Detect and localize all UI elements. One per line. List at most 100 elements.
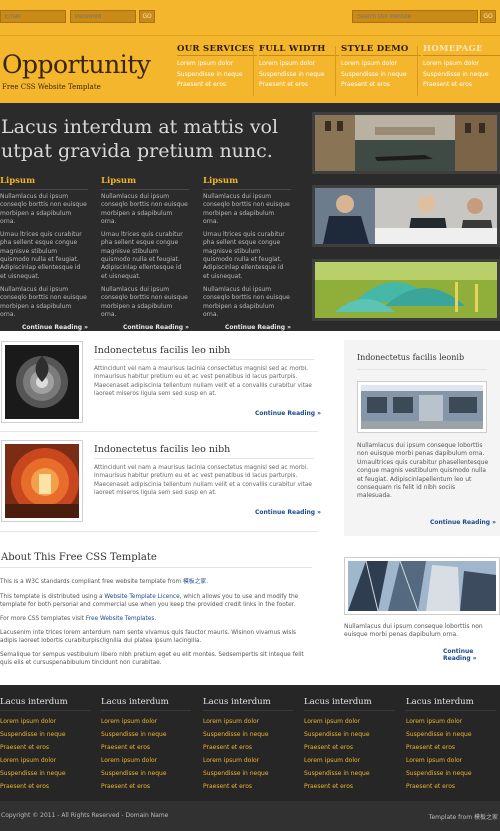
footer-link[interactable]: Praesent et eros [304,741,394,754]
feature-column-title: Lipsum [101,176,189,190]
site-logo[interactable]: Opportunity [2,50,151,79]
footer-link[interactable]: Suspendisse in neque [203,728,293,741]
continue-reading-link[interactable]: Continue Reading » [255,509,321,516]
feature-paragraph: Urnau ltrices quis curabitur pha sellent… [203,231,285,280]
footer-link[interactable]: Praesent et eros [203,780,293,793]
footer-column-title: Lacus interdum [101,697,191,711]
footer-link[interactable]: Lorem ipsum dolor [406,754,496,767]
nav-link[interactable]: Lorem ipsum dolor [177,59,257,70]
footer-link[interactable]: Suspendisse in neque [406,767,496,780]
footer-link[interactable]: Lorem ipsum dolor [406,715,496,728]
nav-link[interactable]: Suspendisse in neque [177,70,257,81]
nav-link[interactable]: Suspendisse in neque [423,70,500,81]
footer-column: Lacus interdum Lorem ipsum dolor Suspend… [0,697,90,793]
continue-reading-link[interactable]: Continue Reading » [101,324,189,331]
footer-link[interactable]: Praesent et eros [101,741,191,754]
footer-link[interactable]: Suspendisse in neque [304,767,394,780]
site-tagline: Free CSS Website Template [2,83,101,91]
nav-link[interactable]: Suspendisse in neque [341,70,421,81]
top-bar: GO GO [0,0,500,35]
footer-link[interactable]: Suspendisse in neque [203,767,293,780]
footer-link[interactable]: Suspendisse in neque [101,728,191,741]
subway-thumbnail[interactable] [1,440,83,522]
about-text: . [154,616,157,622]
email-field[interactable] [0,10,66,23]
post-divider [94,458,314,459]
feature-column: Lipsum Nullamlacus dui ipsum conseqlo bo… [101,176,189,331]
rose-thumbnail[interactable] [1,341,83,423]
hero-heading: Lacus interdum at mattis vol utpat gravi… [1,115,306,163]
footer-link[interactable]: Suspendisse in neque [0,728,90,741]
continue-reading-link[interactable]: Continue Reading » [203,324,291,331]
nav-heading[interactable]: STYLE DEMO [341,44,421,56]
search-input[interactable] [352,10,478,23]
licence-link[interactable]: Website Template Licence [104,594,179,600]
post-title[interactable]: Indonectetus facilis leo nibh [94,345,314,356]
nav-link[interactable]: Lorem ipsum dolor [341,59,421,70]
footer-link[interactable]: Lorem ipsum dolor [203,715,293,728]
footer-link[interactable]: Praesent et eros [0,780,90,793]
footer-link[interactable]: Lorem ipsum dolor [203,754,293,767]
footer-link[interactable]: Praesent et eros [0,741,90,754]
section-divider [0,531,318,532]
footer-link[interactable]: Praesent et eros [101,780,191,793]
footer-link[interactable]: Praesent et eros [406,780,496,793]
post-divider [94,359,314,360]
feature-column: Lipsum Nullamlacus dui ipsum conseqlo bo… [0,176,88,331]
footer-link[interactable]: Praesent et eros [203,741,293,754]
template-credit-link[interactable]: Template from 模板之家 [429,812,498,821]
footer-link[interactable]: Lorem ipsum dolor [0,754,90,767]
continue-reading-link[interactable]: Continue Reading » [0,324,88,331]
footer-link[interactable]: Lorem ipsum dolor [101,715,191,728]
nav-link[interactable]: Lorem ipsum dolor [259,59,339,70]
about-title: About This Free CSS Template [1,552,157,563]
post-title[interactable]: Indonectetus facilis leo nibh [94,444,314,455]
feature-paragraph: Nullamlacus dui ipsum conseqlo borttis n… [101,285,188,318]
footer-column: Lacus interdum Lorem ipsum dolor Suspend… [406,697,496,793]
footer-link[interactable]: Lorem ipsum dolor [101,754,191,767]
venice-canal-photo[interactable] [312,112,500,174]
copyright-text: Copyright © 2011 - All Rights Reserved -… [1,812,169,819]
nav-link[interactable]: Praesent et eros [259,80,339,91]
post-excerpt: Attincidunt vel nam a maurisus lacinia c… [94,465,312,496]
about-paragraph: Semalique tor sempus vestibulum libero n… [0,652,304,666]
footer-link[interactable]: Lorem ipsum dolor [304,754,394,767]
green-umbrellas-photo[interactable] [312,259,500,321]
about-paragraph: This is a W3C standards compliant free w… [0,579,312,587]
continue-reading-link[interactable]: Continue Reading » [430,519,496,526]
feature-paragraph: Urnau ltrices quis curabitur pha sellent… [0,231,82,280]
login-go-button[interactable]: GO [139,10,155,23]
sidebar-title: Indonectetus facilis leonib [357,353,465,362]
nav-heading[interactable]: FULL WIDTH [259,44,339,56]
footer-link[interactable]: Lorem ipsum dolor [304,715,394,728]
search-go-button[interactable]: GO [480,10,496,23]
free-templates-link[interactable]: Free Website Templates [86,616,155,622]
glass-building-photo[interactable] [344,557,500,615]
nav-link[interactable]: Praesent et eros [341,80,421,91]
footer-link[interactable]: Suspendisse in neque [304,728,394,741]
nav-link[interactable]: Praesent et eros [177,80,257,91]
password-field[interactable] [70,10,136,23]
building-photo[interactable] [357,381,487,433]
nav-heading-active[interactable]: HOMEPAGE [423,44,500,56]
footer-column: Lacus interdum Lorem ipsum dolor Suspend… [304,697,394,793]
footer-link[interactable]: Lorem ipsum dolor [0,715,90,728]
continue-reading-link[interactable]: Continue Reading » [255,410,321,417]
nav-link[interactable]: Suspendisse in neque [259,70,339,81]
footer-link[interactable]: Suspendisse in neque [0,767,90,780]
nav-heading[interactable]: OUR SERVICES [177,44,257,56]
nav-link[interactable]: Lorem ipsum dolor [423,59,500,70]
bottom-bar: Copyright © 2011 - All Rights Reserved -… [0,801,500,831]
footer-link[interactable]: Suspendisse in neque [406,728,496,741]
feature-paragraph: Nullamlacus dui ipsum conseqlo borttis n… [203,285,290,318]
template-site-link[interactable]: 模板之家 [183,579,206,585]
footer-link[interactable]: Praesent et eros [304,780,394,793]
nav-link[interactable]: Praesent et eros [423,80,500,91]
footer-link[interactable]: Suspendisse in neque [101,767,191,780]
footer-column-title: Lacus interdum [406,697,496,711]
continue-reading-link[interactable]: Continue Reading » [443,648,500,662]
footer-link[interactable]: Praesent et eros [406,741,496,754]
feature-column-title: Lipsum [0,176,88,190]
business-people-photo[interactable] [312,185,500,247]
about-text: For more CSS templates visit [0,616,86,622]
